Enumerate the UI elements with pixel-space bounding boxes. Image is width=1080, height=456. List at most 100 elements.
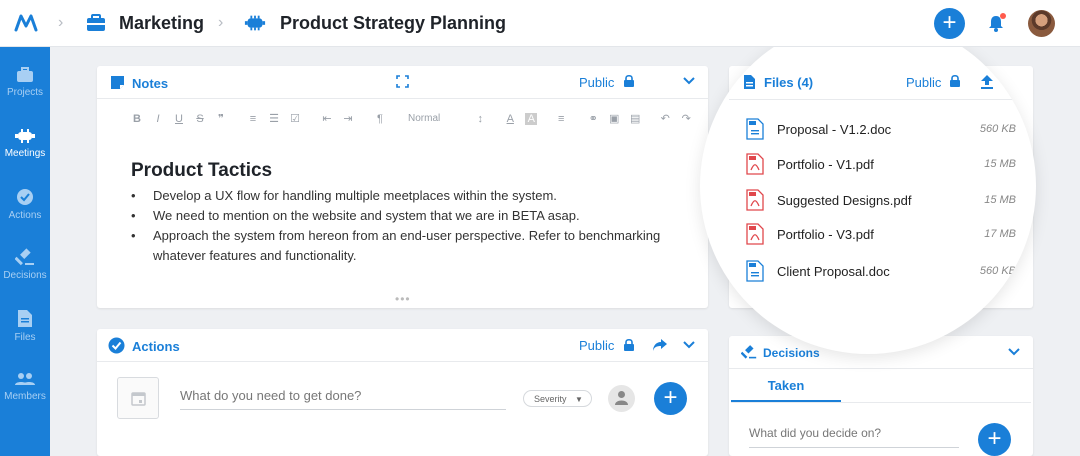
strike-button[interactable]: S [194, 113, 206, 125]
checklist-icon[interactable]: ☑ [289, 112, 301, 125]
file-size: 560 KB [979, 265, 1016, 277]
file-row[interactable]: Client Proposal.doc 560 KB [746, 260, 1016, 282]
briefcase-icon [87, 14, 105, 31]
file-size: 15 MB [984, 158, 1016, 170]
file-row[interactable]: Proposal - V1.2.doc 560 KB [746, 118, 1016, 140]
decision-input[interactable]: What did you decide on? [749, 426, 959, 448]
file-size: 560 KB [979, 123, 1016, 135]
file-size: 15 MB [984, 194, 1016, 206]
global-add-button[interactable]: + [934, 8, 965, 39]
sidebar: Projects Meetings Actions Decisions File… [0, 47, 50, 456]
sidebar-item-projects[interactable]: Projects [0, 67, 50, 98]
sidebar-item-meetings[interactable]: Meetings [0, 128, 50, 159]
breadcrumb-project[interactable]: Marketing [119, 13, 204, 34]
indent-icon[interactable]: ⇥ [342, 112, 354, 125]
notes-title: Notes [132, 76, 169, 91]
outdent-icon[interactable]: ⇤ [321, 112, 333, 125]
select-arrows-icon[interactable]: ↕ [474, 113, 486, 125]
person-icon [615, 391, 628, 405]
caret-down-icon: ▼ [575, 395, 583, 404]
lock-icon[interactable] [623, 338, 635, 352]
file-row[interactable]: Suggested Designs.pdf 15 MB [746, 189, 1016, 211]
meeting-icon [244, 15, 266, 31]
sidebar-item-label: Files [14, 332, 36, 343]
video-icon[interactable]: ▤ [629, 112, 641, 125]
notes-header: Notes Public [97, 66, 708, 99]
list-item: Develop a UX flow for handling multiple … [131, 186, 691, 206]
sidebar-item-actions[interactable]: Actions [0, 188, 50, 221]
note-heading[interactable]: Product Tactics [131, 160, 272, 182]
briefcase-icon [17, 67, 33, 82]
expand-icon[interactable] [396, 75, 409, 88]
files-panel: Files (4) Public Proposal - V1.2.doc 560… [700, 18, 1036, 354]
notification-dot [1000, 13, 1006, 19]
sidebar-item-label: Projects [6, 87, 44, 98]
user-avatar[interactable] [1028, 10, 1055, 37]
calendar-icon [131, 392, 146, 406]
due-date-picker[interactable] [117, 377, 159, 419]
redo-icon[interactable]: ↷ [680, 112, 692, 125]
sidebar-item-members[interactable]: Members [0, 371, 50, 402]
file-size: 17 MB [984, 228, 1016, 240]
assignee-avatar[interactable] [608, 385, 635, 412]
sidebar-item-label: Actions [8, 210, 42, 221]
resize-grip[interactable]: ••• [395, 292, 411, 306]
link-icon[interactable]: ⚭ [587, 112, 599, 125]
actions-title: Actions [132, 339, 180, 354]
editor-toolbar: B I U S ❞ ≡ ☰ ☑ ⇤ ⇥ ¶ Normal ↕ A A ≡ ⚭ ▣… [131, 112, 701, 125]
files-visibility[interactable]: Public [906, 75, 941, 90]
pdf-file-icon [746, 189, 764, 211]
chevron-right-icon: › [218, 14, 224, 31]
align-icon[interactable]: ≡ [555, 113, 567, 125]
sidebar-item-decisions[interactable]: Decisions [0, 248, 50, 281]
chevron-down-icon[interactable] [1009, 78, 1021, 86]
lock-icon[interactable] [949, 74, 961, 88]
sidebar-item-label: Members [4, 391, 46, 402]
text-style-select[interactable]: Normal [408, 113, 440, 124]
actions-visibility[interactable]: Public [579, 338, 614, 353]
people-icon [15, 373, 35, 385]
notes-visibility[interactable]: Public [579, 75, 614, 90]
file-icon [18, 310, 32, 327]
action-input[interactable]: What do you need to get done? [180, 388, 506, 410]
actions-header: Actions Public [97, 329, 708, 362]
italic-button[interactable]: I [152, 113, 164, 125]
upload-icon[interactable] [980, 74, 994, 89]
clear-format-icon[interactable]: ¶ [374, 113, 386, 125]
check-circle-icon [108, 337, 125, 354]
file-name: Suggested Designs.pdf [777, 193, 912, 208]
highlight-icon[interactable]: A [525, 112, 538, 125]
severity-select[interactable]: Severity ▼ [523, 390, 592, 407]
chevron-down-icon[interactable] [683, 341, 695, 349]
underline-button[interactable]: U [173, 113, 185, 125]
file-row[interactable]: Portfolio - V3.pdf 17 MB [746, 223, 1016, 245]
sidebar-item-label: Meetings [4, 148, 46, 159]
image-icon[interactable]: ▣ [608, 112, 620, 125]
list-item: Approach the system from hereon from an … [131, 226, 691, 266]
top-bar: › Marketing › Product Strategy Planning … [0, 0, 1080, 47]
sidebar-item-files[interactable]: Files [0, 309, 50, 343]
quote-button[interactable]: ❞ [215, 112, 227, 125]
bullet-list-icon[interactable]: ☰ [268, 112, 280, 125]
gavel-icon [15, 248, 34, 266]
chevron-down-icon[interactable] [683, 77, 695, 85]
check-circle-icon [17, 189, 33, 205]
app-logo-icon[interactable] [14, 12, 38, 34]
add-action-button[interactable]: + [654, 382, 687, 415]
bold-button[interactable]: B [131, 113, 143, 125]
text-color-icon[interactable]: A [504, 113, 516, 125]
list-item: We need to mention on the website and sy… [131, 206, 691, 226]
chevron-right-icon: › [58, 14, 64, 31]
ordered-list-icon[interactable]: ≡ [247, 113, 259, 125]
add-decision-button[interactable]: + [978, 423, 1011, 456]
tab-taken[interactable]: Taken [731, 370, 841, 402]
meeting-icon [15, 129, 35, 143]
doc-file-icon [746, 260, 764, 282]
share-icon[interactable] [652, 338, 668, 352]
pdf-file-icon [746, 153, 764, 175]
file-row[interactable]: Portfolio - V1.pdf 15 MB [746, 153, 1016, 175]
lock-icon[interactable] [623, 74, 635, 88]
undo-icon[interactable]: ↶ [659, 112, 671, 125]
pdf-file-icon [746, 223, 764, 245]
note-bullets[interactable]: Develop a UX flow for handling multiple … [131, 186, 691, 266]
